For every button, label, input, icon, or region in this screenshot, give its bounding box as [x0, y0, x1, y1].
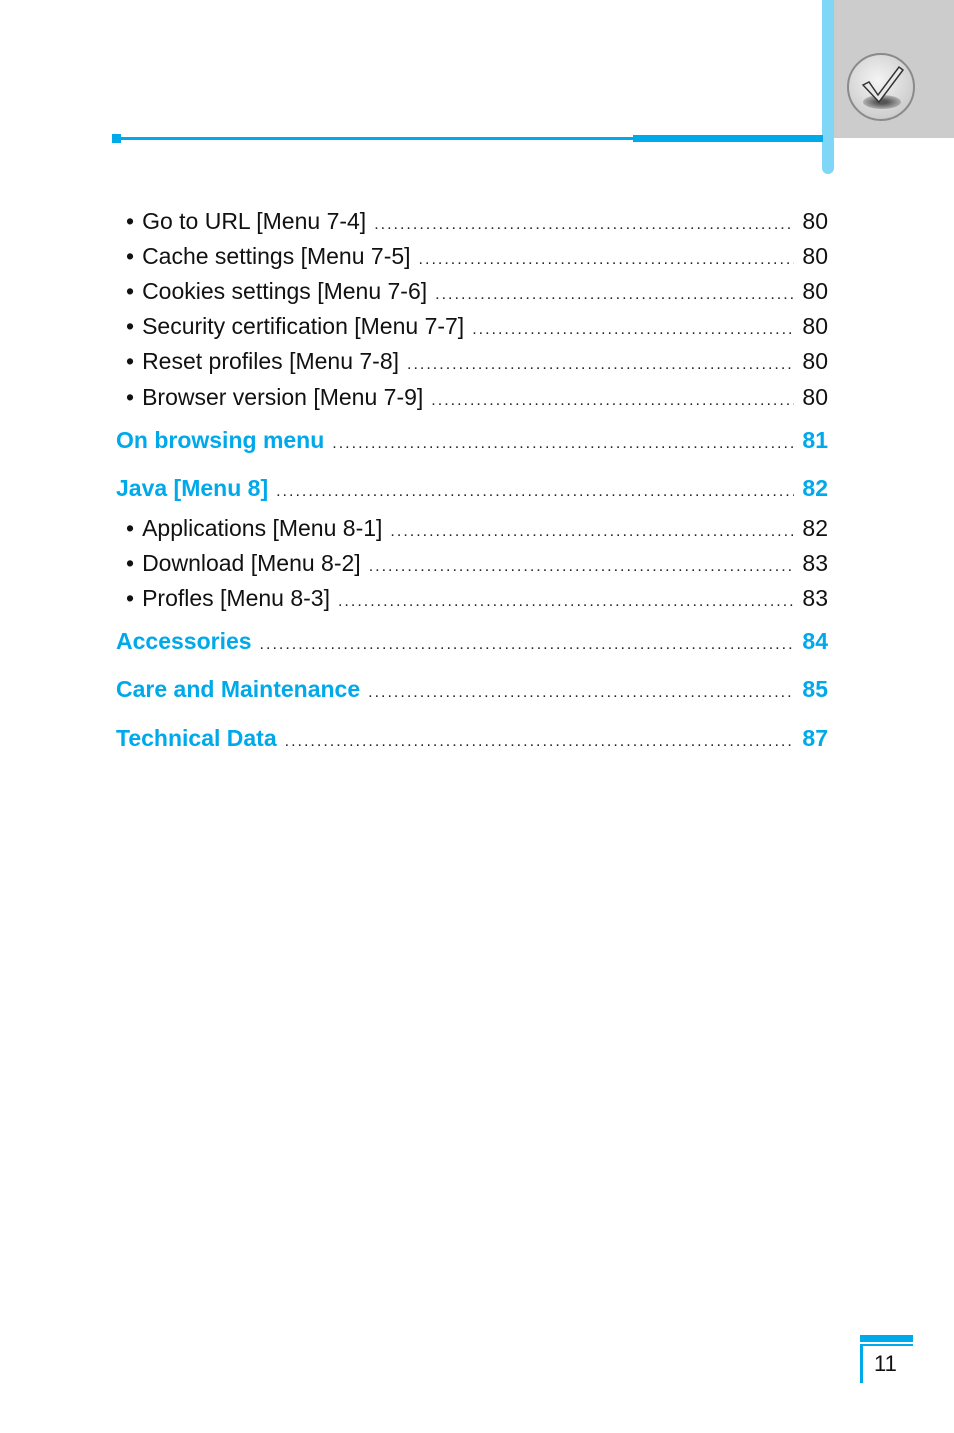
bullet: • — [126, 550, 135, 576]
leader-dots — [435, 281, 794, 309]
toc-section-title: Care and Maintenance — [116, 676, 361, 702]
toc-section-title: Accessories — [116, 628, 252, 654]
leader-dots — [374, 211, 794, 239]
bullet: • — [126, 585, 135, 611]
toc-entry[interactable]: • Cookies settings [Menu 7-6] 80 — [116, 277, 828, 309]
bullet: • — [126, 313, 135, 339]
toc-entry-page: 83 — [802, 550, 828, 576]
toc-entry[interactable]: • Browser version [Menu 7-9] 80 — [116, 383, 828, 415]
page-number: 11 — [874, 1351, 897, 1376]
toc-section[interactable]: Accessories 84 — [116, 627, 828, 659]
bullet: • — [126, 515, 135, 541]
toc-entry[interactable]: • Reset profiles [Menu 7-8] 80 — [116, 347, 828, 379]
bullet: • — [126, 384, 135, 410]
toc-section-title: Java [Menu 8] — [116, 475, 269, 501]
toc-entry-page: 80 — [802, 384, 828, 410]
leader-dots — [285, 728, 795, 756]
toc-entry-title: Cookies settings [Menu 7-6] — [142, 278, 428, 304]
toc-entry-page: 80 — [802, 348, 828, 374]
leader-dots — [390, 518, 794, 546]
leader-dots — [472, 316, 794, 344]
toc-entry-title: Applications [Menu 8-1] — [142, 515, 383, 541]
bullet: • — [126, 208, 135, 234]
toc-entry-page: 80 — [802, 278, 828, 304]
toc-entry[interactable]: • Security certification [Menu 7-7] 80 — [116, 312, 828, 344]
toc-section[interactable]: Java [Menu 8] 82 — [116, 474, 828, 506]
toc-section[interactable]: Technical Data 87 — [116, 724, 828, 756]
leader-dots — [332, 430, 794, 458]
leader-dots — [368, 679, 794, 707]
checkmark-badge-icon — [847, 53, 915, 121]
leader-dots — [431, 387, 794, 415]
toc-section-title: Technical Data — [116, 725, 277, 751]
bullet: • — [126, 243, 135, 269]
toc-entry[interactable]: • Profles [Menu 8-3] 83 — [116, 584, 828, 616]
toc-entry-title: Cache settings [Menu 7-5] — [142, 243, 411, 269]
toc-entry-title: Download [Menu 8-2] — [142, 550, 361, 576]
page-number-rule — [860, 1344, 913, 1346]
toc-section-page: 82 — [802, 475, 828, 501]
toc-entry-title: Go to URL [Menu 7-4] — [142, 208, 367, 234]
header-rule — [116, 137, 636, 140]
leader-dots — [338, 588, 794, 616]
toc-entry[interactable]: • Download [Menu 8-2] 83 — [116, 549, 828, 581]
toc-section-page: 81 — [802, 427, 828, 453]
toc-entry-page: 80 — [802, 243, 828, 269]
bullet: • — [126, 278, 135, 304]
toc-section[interactable]: On browsing menu 81 — [116, 426, 828, 458]
toc-section-title: On browsing menu — [116, 427, 325, 453]
leader-dots — [407, 351, 794, 379]
toc-section-page: 84 — [802, 628, 828, 654]
toc-entry[interactable]: • Cache settings [Menu 7-5] 80 — [116, 242, 828, 274]
toc-section-page: 85 — [802, 676, 828, 702]
leader-dots — [260, 631, 795, 659]
toc-entry-title: Profles [Menu 8-3] — [142, 585, 330, 611]
toc-entry-title: Browser version [Menu 7-9] — [142, 384, 424, 410]
bullet: • — [126, 348, 135, 374]
page-number-bar — [860, 1335, 913, 1342]
header-vertical-bar — [822, 0, 834, 174]
leader-dots — [369, 553, 795, 581]
toc-entry-page: 83 — [802, 585, 828, 611]
toc-entry-page: 80 — [802, 208, 828, 234]
toc-entry[interactable]: • Go to URL [Menu 7-4] 80 — [116, 207, 828, 239]
toc-entry-title: Reset profiles [Menu 7-8] — [142, 348, 400, 374]
leader-dots — [419, 246, 795, 274]
toc-section-page: 87 — [802, 725, 828, 751]
page-number-box: 11 — [860, 1335, 913, 1383]
toc-entry[interactable]: • Applications [Menu 8-1] 82 — [116, 514, 828, 546]
toc-section[interactable]: Care and Maintenance 85 — [116, 675, 828, 707]
header-rule-thick — [633, 135, 823, 142]
toc-entry-page: 80 — [802, 313, 828, 339]
leader-dots — [276, 478, 794, 506]
page-number-left-rule — [860, 1344, 863, 1383]
toc-entry-title: Security certification [Menu 7-7] — [142, 313, 465, 339]
toc-entry-page: 82 — [802, 515, 828, 541]
